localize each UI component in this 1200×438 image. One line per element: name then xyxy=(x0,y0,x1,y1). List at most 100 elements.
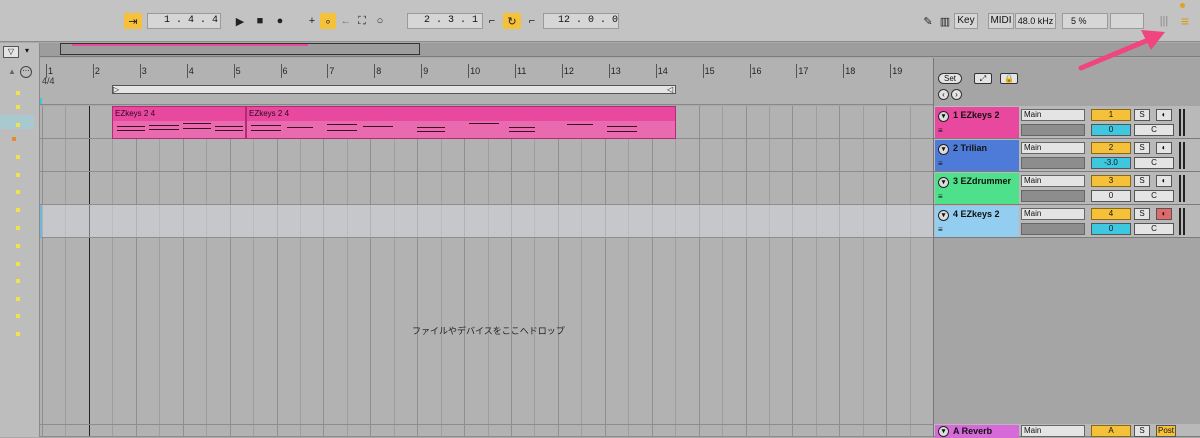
session-record-icon[interactable]: ○ xyxy=(372,13,388,29)
back-to-arrangement-icon[interactable]: ← xyxy=(338,13,354,29)
level-meter xyxy=(1183,142,1185,169)
automation-arm-icon[interactable]: ∘ xyxy=(320,13,336,29)
solo-button[interactable]: S xyxy=(1134,175,1150,187)
output-routing-select[interactable]: Main xyxy=(1021,425,1085,437)
output-routing-select[interactable]: Main xyxy=(1021,208,1085,220)
track-activator[interactable]: 4 xyxy=(1091,208,1131,220)
fold-icon[interactable]: ▾ xyxy=(938,111,949,122)
volume-field[interactable]: 0 xyxy=(1091,124,1131,136)
pan-field[interactable]: C xyxy=(1134,190,1174,202)
solo-button[interactable]: S xyxy=(1134,109,1150,121)
midi-map-button[interactable]: MIDI xyxy=(988,13,1014,29)
loop-end-marker-icon[interactable]: ◁ xyxy=(667,85,673,94)
position-display[interactable]: 1 . 4 . 4 xyxy=(147,13,221,29)
key-map-button[interactable]: Key xyxy=(954,13,978,29)
loop-start-marker-icon[interactable]: ▷ xyxy=(113,85,119,94)
clip-view-icon[interactable]: ≡ xyxy=(938,159,943,168)
lock-icon[interactable]: 🔒 xyxy=(1000,73,1018,84)
arrangement-overview[interactable] xyxy=(40,43,1200,57)
track-activator[interactable]: 3 xyxy=(1091,175,1131,187)
post-button[interactable]: Post xyxy=(1156,425,1176,437)
bar-line xyxy=(890,64,892,78)
overdub-icon[interactable]: + xyxy=(304,13,320,29)
output-routing-select[interactable]: Main xyxy=(1021,175,1085,187)
track-header[interactable]: ▾ 1 EZkeys 2 ≡ Main 1 0 S ◐ C xyxy=(934,106,1200,139)
pan-field[interactable]: C xyxy=(1134,223,1174,235)
stop-button[interactable]: ■ xyxy=(252,13,268,29)
fold-icon[interactable]: ▾ xyxy=(938,177,949,188)
bar-number: 17 xyxy=(798,66,809,76)
record-button[interactable]: ● xyxy=(272,13,288,29)
output-channel-select[interactable] xyxy=(1021,124,1085,136)
track-name[interactable]: ▾ 4 EZkeys 2 ≡ xyxy=(935,206,1019,237)
track-lane-4[interactable] xyxy=(40,205,933,238)
midi-clip[interactable]: EZkeys 2 4 xyxy=(246,106,676,139)
output-routing-select[interactable]: Main xyxy=(1021,142,1085,154)
arm-button[interactable]: ◐ xyxy=(1156,109,1172,121)
punch-out-icon[interactable]: ⌐ xyxy=(524,13,540,29)
fold-icon[interactable]: ▾ xyxy=(938,210,949,221)
fold-icon[interactable]: ▾ xyxy=(938,426,949,437)
track-activator[interactable]: 1 xyxy=(1091,109,1131,121)
loop-switch-icon[interactable]: ↻ xyxy=(503,13,521,29)
track-name[interactable]: ▾ 3 EZdrummer ≡ xyxy=(935,173,1019,204)
arrangement-view[interactable]: EZkeys 2 4 EZkeys 2 4 ファイルやデバイスをここへドロップ xyxy=(40,106,933,437)
capture-icon[interactable]: ⛶ xyxy=(354,13,370,29)
bar-line xyxy=(515,64,516,78)
output-channel-select[interactable] xyxy=(1021,223,1085,235)
volume-field[interactable]: 0 xyxy=(1091,190,1131,202)
output-channel-select[interactable] xyxy=(1021,190,1085,202)
track-activator[interactable]: 2 xyxy=(1091,142,1131,154)
track-header[interactable]: ▾ 2 Trilian ≡ Main 2 -3.0 S ◐ C xyxy=(934,139,1200,172)
clip-view-icon[interactable]: ≡ xyxy=(938,126,943,135)
solo-button[interactable]: S xyxy=(1134,208,1150,220)
back-icon[interactable]: ‹ xyxy=(938,89,949,100)
fold-icon[interactable]: ▾ xyxy=(938,144,949,155)
volume-field[interactable]: 0 xyxy=(1091,223,1131,235)
clip-view-icon[interactable]: ≡ xyxy=(938,225,943,234)
midi-clip[interactable]: EZkeys 2 4 xyxy=(112,106,246,139)
volume-field[interactable]: -3.0 xyxy=(1091,157,1131,169)
filter-icon[interactable]: ▽ xyxy=(3,46,19,58)
expand-icon[interactable]: ⤢ xyxy=(974,73,992,84)
track-name[interactable]: ▾ 1 EZkeys 2 ≡ xyxy=(935,107,1019,138)
arm-button[interactable]: ◐ xyxy=(1156,175,1172,187)
punch-in-icon[interactable]: ⌐ xyxy=(484,13,500,29)
track-lane-2[interactable] xyxy=(40,139,933,172)
chevron-down-icon[interactable]: ▾ xyxy=(21,46,33,58)
pan-field[interactable]: C xyxy=(1134,157,1174,169)
track-name[interactable]: ▾ A Reverb xyxy=(935,425,1019,438)
forward-icon[interactable]: › xyxy=(951,89,962,100)
scroll-up-icon[interactable]: ▲ xyxy=(8,67,16,76)
track-header[interactable]: ▾ 3 EZdrummer ≡ Main 3 0 S ◐ C xyxy=(934,172,1200,205)
bar-line xyxy=(561,64,563,78)
output-routing-select[interactable]: Main xyxy=(1021,109,1085,121)
return-lane[interactable] xyxy=(40,424,933,437)
beat-time-ruler[interactable]: 4/4 1 2 3 4 5 6 7 8 9 10 11 12 13 14 15 16 17 18 19 ▷ ◁ xyxy=(40,58,933,105)
arm-button[interactable]: ◐ xyxy=(1156,208,1172,220)
keyboard-icon[interactable]: ▥ xyxy=(937,13,953,29)
return-track-activator[interactable]: A xyxy=(1091,425,1131,437)
follow-icon[interactable]: ⇥ xyxy=(124,13,142,29)
more-icon[interactable]: ⋯ xyxy=(20,66,32,78)
track-header[interactable]: ▾ 4 EZkeys 2 ≡ Main 4 0 S ◐ C xyxy=(934,205,1200,238)
return-track-header[interactable]: ▾ A Reverb Main A S Post xyxy=(934,424,1200,438)
set-button[interactable]: Set xyxy=(938,73,962,84)
menu-icon[interactable]: ≡ xyxy=(1177,13,1193,29)
time-signature[interactable]: 4/4 xyxy=(42,76,55,86)
draw-mode-icon[interactable]: ✎ xyxy=(920,13,936,29)
solo-button[interactable]: S xyxy=(1134,425,1150,437)
pan-field[interactable]: C xyxy=(1134,124,1174,136)
track-lane-3[interactable] xyxy=(40,172,933,205)
arm-button[interactable]: ◐ xyxy=(1156,142,1172,154)
clip-view-icon[interactable]: ≡ xyxy=(938,192,943,201)
track-name[interactable]: ▾ 2 Trilian ≡ xyxy=(935,140,1019,171)
solo-button[interactable]: S xyxy=(1134,142,1150,154)
play-button[interactable]: ▶ xyxy=(232,13,248,29)
loop-brace[interactable] xyxy=(112,85,676,94)
loop-length-display[interactable]: 12 . 0 . 0 xyxy=(543,13,619,29)
loop-start-display[interactable]: 2 . 3 . 1 xyxy=(407,13,483,29)
track-lane-1[interactable]: EZkeys 2 4 EZkeys 2 4 xyxy=(40,106,933,139)
output-channel-select[interactable] xyxy=(1021,157,1085,169)
level-meter xyxy=(1179,109,1181,136)
